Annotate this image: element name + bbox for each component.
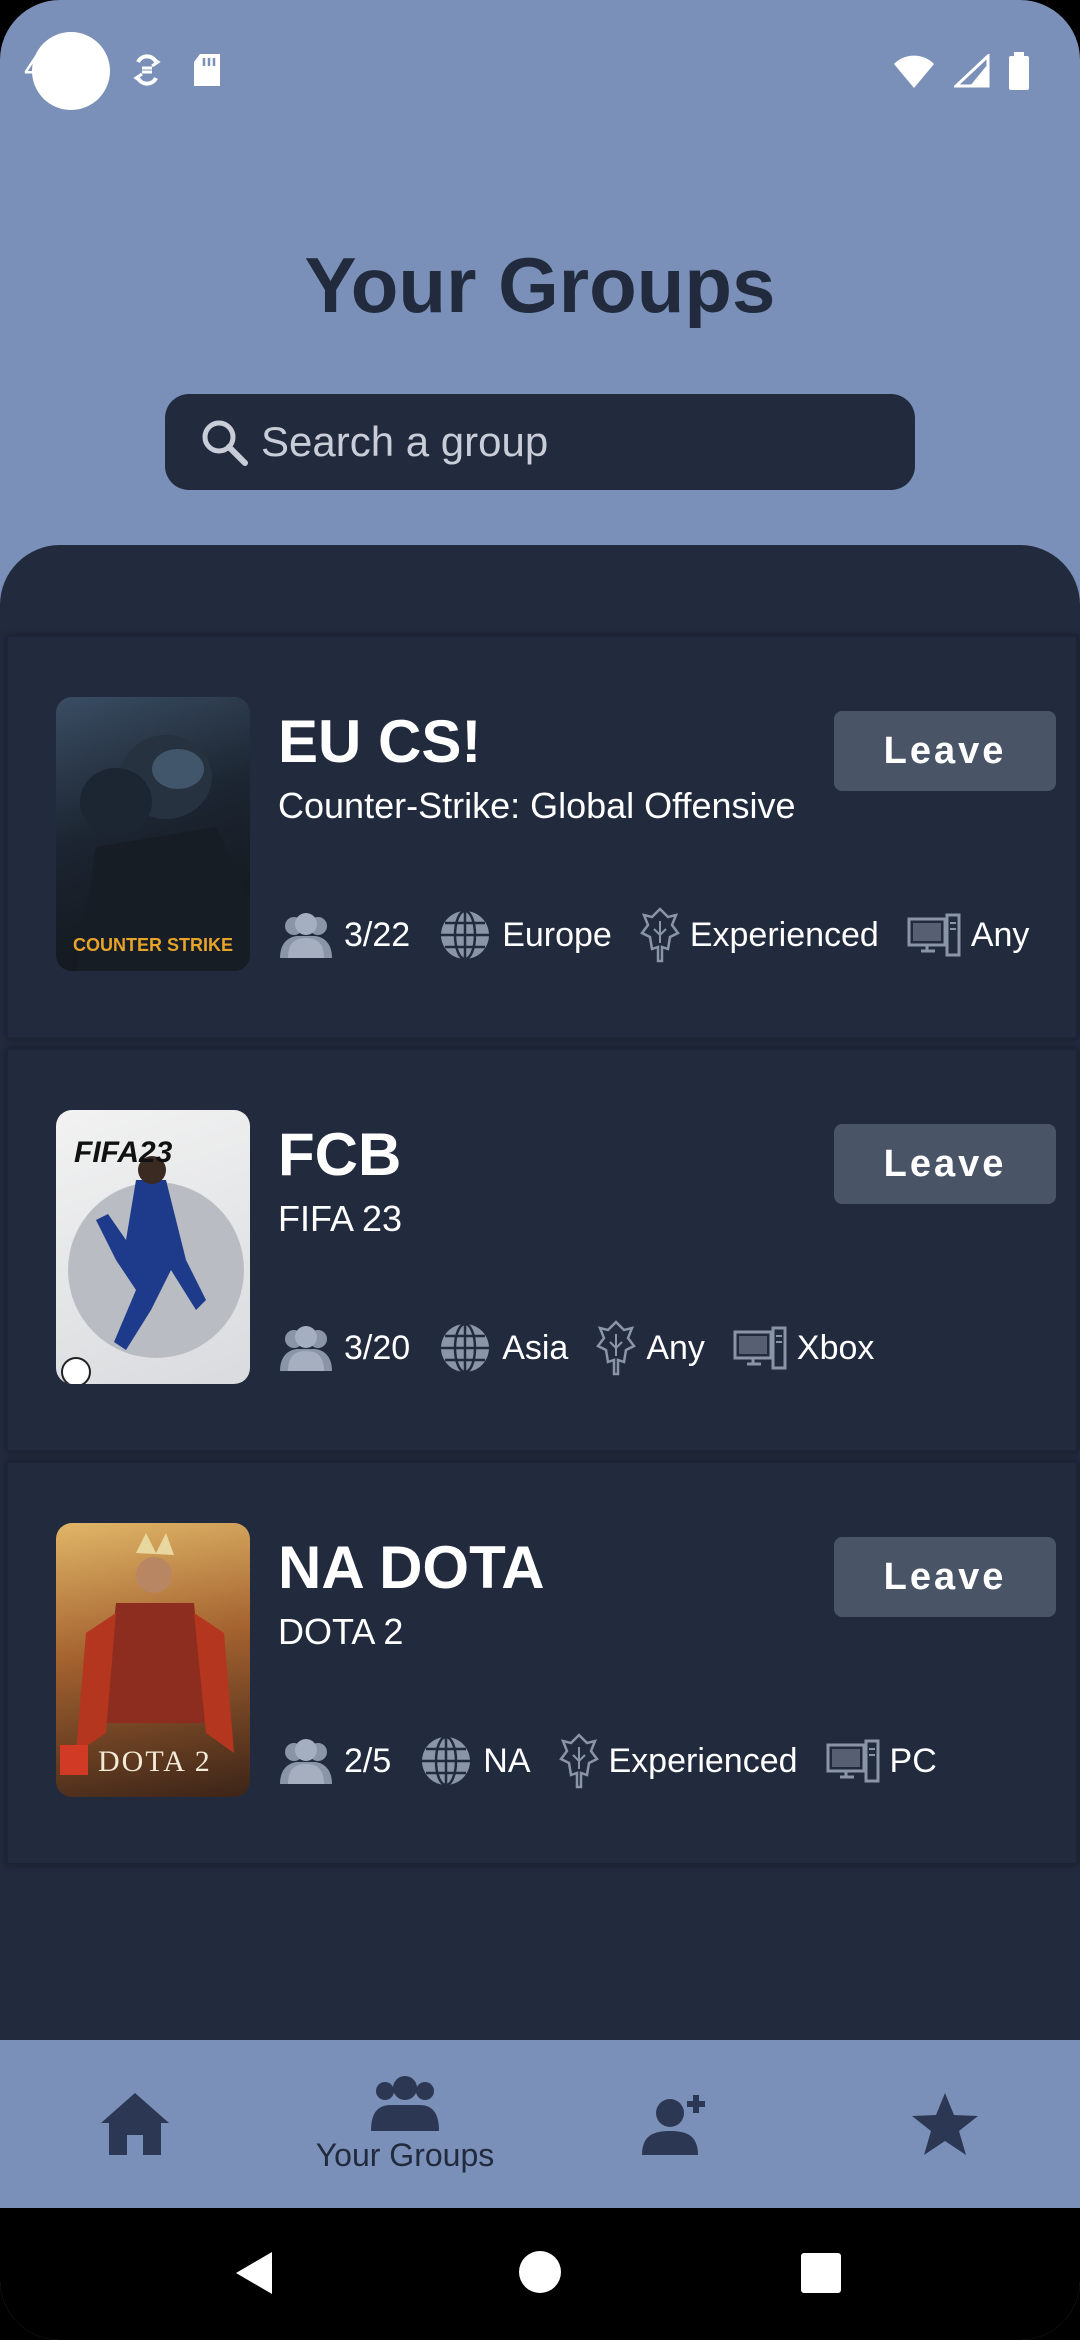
add-user-icon [642,2095,705,2155]
system-nav-bar [0,2208,1080,2340]
game-cover-image: DOTA 2 [56,1523,250,1797]
computer-icon [907,913,961,957]
members-count: 3/20 [344,1328,411,1367]
skill-badge-icon [639,907,680,963]
group-meta: 3/22 Europe Experienced Any [278,907,1057,963]
skill-info: Experienced [558,1733,798,1789]
skill-badge-icon [558,1733,599,1789]
members-count: 3/22 [344,915,411,954]
platform-info: Any [907,911,1030,959]
wifi-icon [894,55,934,88]
sync-icon [133,54,161,86]
nav-label-your-groups: Your Groups [315,2136,495,2173]
region-name: NA [483,1741,531,1780]
game-cover-image: COUNTER STRIKE [56,697,250,971]
app-screen: 4 Your [0,0,1080,2340]
sd-card-icon [194,54,220,86]
skill-badge-icon [596,1320,637,1376]
groups-panel: COUNTER STRIKE EU CS! Counter-Strike: Gl… [0,545,1080,2040]
status-icons-left [132,52,222,88]
group-card[interactable]: COUNTER STRIKE EU CS! Counter-Strike: Gl… [6,635,1078,1039]
globe-icon [441,1322,490,1374]
status-icons-right [892,52,1030,90]
globe-icon [441,909,490,961]
platform-info: Xbox [733,1324,875,1372]
region-info: Asia [438,1321,568,1375]
battery-icon [1009,52,1029,90]
status-bar: 4 [0,0,1080,150]
group-name: FCB [278,1121,402,1188]
search-icon [202,420,248,466]
dota-cover-art: DOTA 2 [60,1533,234,1778]
platform-name: Any [970,915,1030,954]
group-card[interactable]: DOTA 2 NA DOTA DOTA 2 Leave 2/5 NA Exper… [6,1461,1078,1865]
computer-icon [826,1739,880,1783]
nav-home[interactable] [0,2040,270,2208]
cover-text: DOTA 2 [98,1745,212,1778]
game-name: DOTA 2 [278,1611,404,1652]
region-name: Europe [502,915,612,954]
groups-icon [371,2075,439,2131]
members-count: 2/5 [344,1741,392,1780]
home-icon [101,2093,169,2155]
fifa-cover-art: FIFA23 [61,1136,244,1384]
cover-text: COUNTER STRIKE [73,935,233,955]
computer-icon [733,1326,787,1370]
members-icon [280,1739,332,1784]
skill-info: Any [596,1320,705,1376]
members-info: 2/5 [278,1736,391,1786]
leave-button[interactable]: Leave [834,711,1056,791]
page-title: Your Groups [304,241,776,329]
home-button-icon[interactable] [518,2250,562,2294]
camera-cutout [32,32,110,110]
platform-info: PC [826,1737,937,1785]
members-info: 3/20 [278,1323,410,1373]
cover-text: FIFA23 [74,1136,173,1169]
region-info: NA [419,1734,531,1788]
region-info: Europe [438,908,612,962]
recents-icon[interactable] [800,2252,842,2294]
bottom-nav: Your Groups [0,2040,1080,2208]
cs-cover-art: COUNTER STRIKE [73,735,250,971]
skill-info: Experienced [639,907,879,963]
group-name: NA DOTA [278,1534,545,1601]
group-meta: 2/5 NA Experienced PC [278,1733,965,1789]
star-icon [912,2093,978,2155]
skill-level: Experienced [608,1741,798,1780]
members-icon [280,913,332,958]
group-meta: 3/20 Asia Any Xbox [278,1320,902,1376]
back-icon[interactable] [234,2250,274,2296]
game-cover-image: FIFA23 [56,1110,250,1384]
globe-icon [422,1735,471,1787]
members-info: 3/22 [278,910,410,960]
platform-name: PC [889,1741,937,1780]
skill-level: Experienced [689,915,879,954]
cell-signal-icon [954,54,990,88]
nav-your-groups[interactable]: Your Groups [270,2040,540,2208]
leave-button[interactable]: Leave [834,1124,1056,1204]
members-icon [280,1326,332,1371]
game-name: FIFA 23 [278,1198,403,1239]
nav-add-user[interactable] [540,2040,810,2208]
nav-favorites[interactable] [810,2040,1080,2208]
search-bar[interactable] [165,394,915,490]
game-name: Counter-Strike: Global Offensive [278,785,796,826]
search-input[interactable] [259,417,863,467]
platform-name: Xbox [796,1328,875,1367]
region-name: Asia [502,1328,569,1367]
skill-level: Any [646,1328,705,1367]
leave-button[interactable]: Leave [834,1537,1056,1617]
group-name: EU CS! [278,708,482,775]
group-card[interactable]: FIFA23 FCB FIFA 23 Leave 3/20 Asia Any X… [6,1048,1078,1452]
